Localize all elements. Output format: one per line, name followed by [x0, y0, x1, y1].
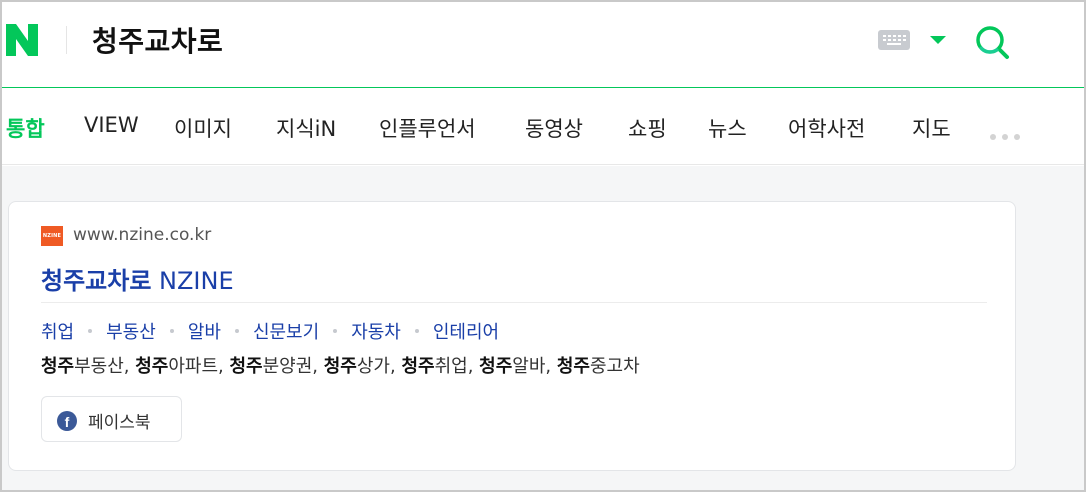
- tab-view[interactable]: VIEW: [84, 113, 139, 137]
- sitelink-interior[interactable]: 인테리어: [433, 318, 499, 344]
- sitelink-cars[interactable]: 자동차: [351, 318, 401, 344]
- sitelink-jobs[interactable]: 취업: [41, 318, 74, 344]
- keyword-text: 중고차: [589, 356, 640, 377]
- tab-shopping[interactable]: 쇼핑: [628, 113, 667, 143]
- search-query[interactable]: 청주교차로: [92, 20, 223, 60]
- tab-images[interactable]: 이미지: [174, 113, 232, 143]
- search-result-card: NZINE www.nzine.co.kr 청주교차로 NZINE 취업 부동산 알…: [8, 201, 1016, 471]
- keyword-text: 상가,: [356, 356, 402, 377]
- keyword-text: 아파트,: [168, 356, 230, 377]
- tab-map[interactable]: 지도: [912, 113, 951, 143]
- keyword-bold: 청주: [229, 356, 263, 377]
- keyword-text: 취업,: [434, 356, 480, 377]
- naver-logo-icon[interactable]: [4, 24, 40, 56]
- tab-influencer[interactable]: 인플루언서: [379, 113, 476, 143]
- keyword-text: 부동산,: [74, 356, 136, 377]
- tab-integrated[interactable]: 통합: [6, 113, 45, 143]
- sitelink-newspaper[interactable]: 신문보기: [253, 318, 319, 344]
- sitelinks: 취업 부동산 알바 신문보기 자동차 인테리어: [41, 318, 499, 344]
- sitelink-real-estate[interactable]: 부동산: [106, 318, 156, 344]
- facebook-share-button[interactable]: f 페이스북: [41, 396, 182, 442]
- keyboard-icon[interactable]: [878, 30, 910, 50]
- keyword-bold: 청주: [401, 356, 435, 377]
- result-title-link[interactable]: 청주교차로 NZINE: [41, 261, 234, 296]
- keyword-text: 분양권,: [262, 356, 324, 377]
- keyword-bold: 청주: [135, 356, 169, 377]
- tab-video[interactable]: 동영상: [525, 113, 583, 143]
- sitelink-part-time[interactable]: 알바: [188, 318, 221, 344]
- result-title-bold: 청주교차로: [41, 267, 152, 295]
- tab-knowledge-in[interactable]: 지식iN: [276, 113, 336, 143]
- keyword-bold: 청주: [479, 356, 513, 377]
- tab-dictionary[interactable]: 어학사전: [788, 113, 865, 143]
- tab-news[interactable]: 뉴스: [708, 113, 747, 143]
- site-favicon-icon: NZINE: [41, 226, 63, 246]
- result-divider: [41, 302, 987, 303]
- keyword-bold: 청주: [556, 356, 590, 377]
- keyword-text: 알바,: [512, 356, 557, 377]
- more-dots-icon[interactable]: [990, 125, 1030, 140]
- caret-down-icon[interactable]: [930, 36, 946, 44]
- result-title-rest: NZINE: [151, 267, 234, 295]
- keyword-bold: 청주: [41, 356, 75, 377]
- result-keywords: 청주부동산, 청주아파트, 청주분양권, 청주상가, 청주취업, 청주알바, 청…: [41, 352, 640, 378]
- search-tabs: 통합 VIEW 이미지 지식iN 인플루언서 동영상 쇼핑 뉴스 어학사전 지도: [2, 89, 1084, 165]
- facebook-share-label: 페이스북: [88, 413, 151, 433]
- search-icon[interactable]: [972, 22, 1012, 62]
- header-divider: [66, 26, 67, 54]
- keyword-bold: 청주: [323, 356, 357, 377]
- browser-viewport: 청주교차로 통합 VIEW 이미지 지식iN 인플루언서 동영상 쇼핑 뉴스 어…: [0, 0, 1086, 492]
- search-header: 청주교차로: [2, 2, 1084, 88]
- site-url[interactable]: www.nzine.co.kr: [73, 225, 211, 245]
- facebook-icon: f: [57, 411, 77, 431]
